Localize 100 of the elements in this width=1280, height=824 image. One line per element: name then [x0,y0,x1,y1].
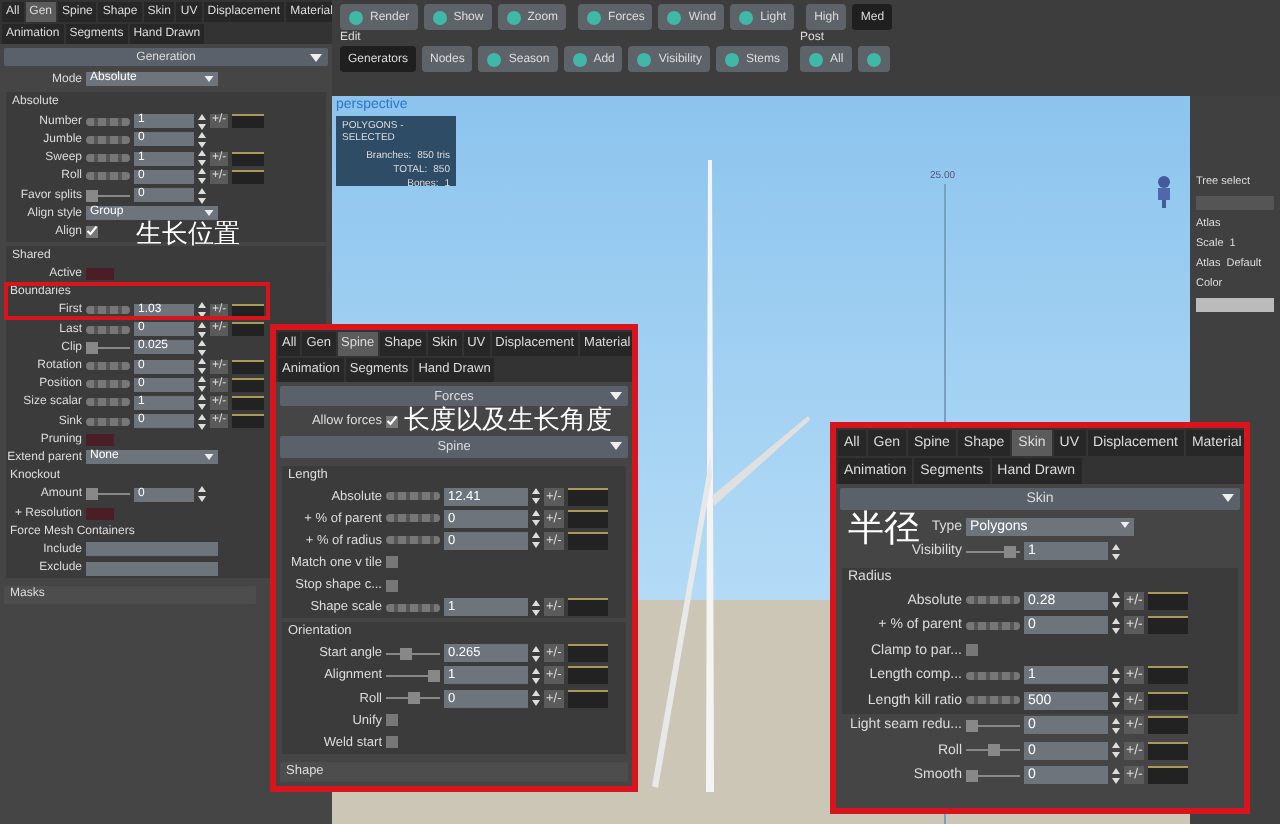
drag-slider[interactable] [86,306,130,315]
drag-slider[interactable] [966,696,1020,705]
drag-slider[interactable] [86,380,130,389]
spin-arrows-icon[interactable] [532,599,540,616]
spin-arrows-icon[interactable] [1112,617,1120,634]
spin-arrows-icon[interactable] [532,510,540,527]
slider-thumb[interactable] [86,189,98,202]
checkbox[interactable] [386,556,398,569]
curve-swatch[interactable] [232,322,265,337]
curve-swatch[interactable] [567,509,608,528]
color-swatch[interactable] [86,268,114,281]
slider-track[interactable] [386,647,440,660]
drag-slider[interactable] [86,117,130,126]
checkbox[interactable] [386,714,398,727]
color-swatch[interactable] [86,507,114,520]
spin-arrows-icon[interactable] [198,302,206,319]
checkbox[interactable] [966,644,978,657]
drag-slider[interactable] [966,596,1020,605]
curve-swatch[interactable] [232,114,265,129]
spin-arrows-icon[interactable] [1112,742,1120,759]
slider-thumb[interactable] [86,341,98,354]
curve-swatch[interactable] [567,644,608,663]
spin-arrows-icon[interactable] [198,131,206,148]
spin-arrows-icon[interactable] [1112,543,1120,560]
drag-slider[interactable] [386,514,440,523]
curve-swatch[interactable] [567,689,608,708]
slider-thumb[interactable] [400,647,413,660]
drag-slider[interactable] [86,417,130,426]
curve-swatch[interactable] [1148,616,1189,635]
spin-arrows-icon[interactable] [1112,692,1120,709]
slider-thumb[interactable] [1003,545,1016,558]
curve-swatch[interactable] [1148,716,1189,735]
spin-arrows-icon[interactable] [532,690,540,707]
drag-slider[interactable] [86,362,130,371]
drag-slider[interactable] [86,154,130,163]
spin-arrows-icon[interactable] [1112,767,1120,784]
drag-slider[interactable] [966,671,1020,680]
spin-arrows-icon[interactable] [198,150,206,167]
spin-arrows-icon[interactable] [1112,667,1120,684]
spin-arrows-icon[interactable] [1112,717,1120,734]
drag-slider[interactable] [386,603,440,612]
curve-swatch[interactable] [1148,691,1189,710]
slider-track[interactable] [386,692,440,705]
input-field[interactable] [86,542,218,557]
slider-thumb[interactable] [966,769,978,782]
slider-thumb[interactable] [428,669,440,682]
curve-swatch[interactable] [567,487,608,506]
spin-arrows-icon[interactable] [532,645,540,662]
slider-track[interactable] [966,545,1020,558]
spin-arrows-icon[interactable] [198,168,206,185]
spin-arrows-icon[interactable] [198,321,206,338]
checkbox[interactable] [386,736,398,749]
checkbox[interactable] [386,415,398,428]
slider-thumb[interactable] [987,744,999,757]
drag-slider[interactable] [386,492,440,501]
input-field[interactable] [1196,298,1274,312]
color-swatch[interactable] [86,433,114,446]
input-field[interactable] [86,561,218,576]
curve-swatch[interactable] [232,359,265,374]
spin-arrows-icon[interactable] [532,667,540,684]
curve-swatch[interactable] [232,377,265,392]
slider-track[interactable] [966,769,1020,782]
spin-arrows-icon[interactable] [198,486,206,503]
slider-track[interactable] [966,744,1020,757]
slider-track[interactable] [386,669,440,682]
drag-slider[interactable] [966,621,1020,630]
drag-slider[interactable] [86,172,130,181]
curve-swatch[interactable] [1148,591,1189,610]
curve-swatch[interactable] [232,169,265,184]
spin-arrows-icon[interactable] [198,394,206,411]
spin-arrows-icon[interactable] [198,187,206,204]
spin-arrows-icon[interactable] [198,339,206,356]
curve-swatch[interactable] [1148,741,1189,760]
spin-arrows-icon[interactable] [198,113,206,130]
slider-thumb[interactable] [966,719,978,732]
drag-slider[interactable] [86,325,130,334]
spin-arrows-icon[interactable] [198,358,206,375]
curve-swatch[interactable] [232,303,265,318]
spin-arrows-icon[interactable] [1112,592,1120,609]
drag-slider[interactable] [86,135,130,144]
slider-track[interactable] [966,719,1020,732]
curve-swatch[interactable] [1148,666,1189,685]
curve-swatch[interactable] [232,414,265,429]
toolbar-button[interactable] [857,46,890,72]
curve-swatch[interactable] [567,598,608,617]
slider-thumb[interactable] [407,692,419,705]
slider-thumb[interactable] [86,488,98,501]
drag-slider[interactable] [86,398,130,407]
checkbox[interactable] [386,579,398,592]
curve-swatch[interactable] [1148,766,1189,785]
spin-arrows-icon[interactable] [198,376,206,393]
curve-swatch[interactable] [232,151,265,166]
checkbox[interactable] [86,225,98,238]
curve-swatch[interactable] [567,666,608,685]
drag-slider[interactable] [386,536,440,545]
spin-arrows-icon[interactable] [198,413,206,430]
curve-swatch[interactable] [567,531,608,550]
curve-swatch[interactable] [232,395,265,410]
spin-arrows-icon[interactable] [532,488,540,505]
spin-arrows-icon[interactable] [532,532,540,549]
